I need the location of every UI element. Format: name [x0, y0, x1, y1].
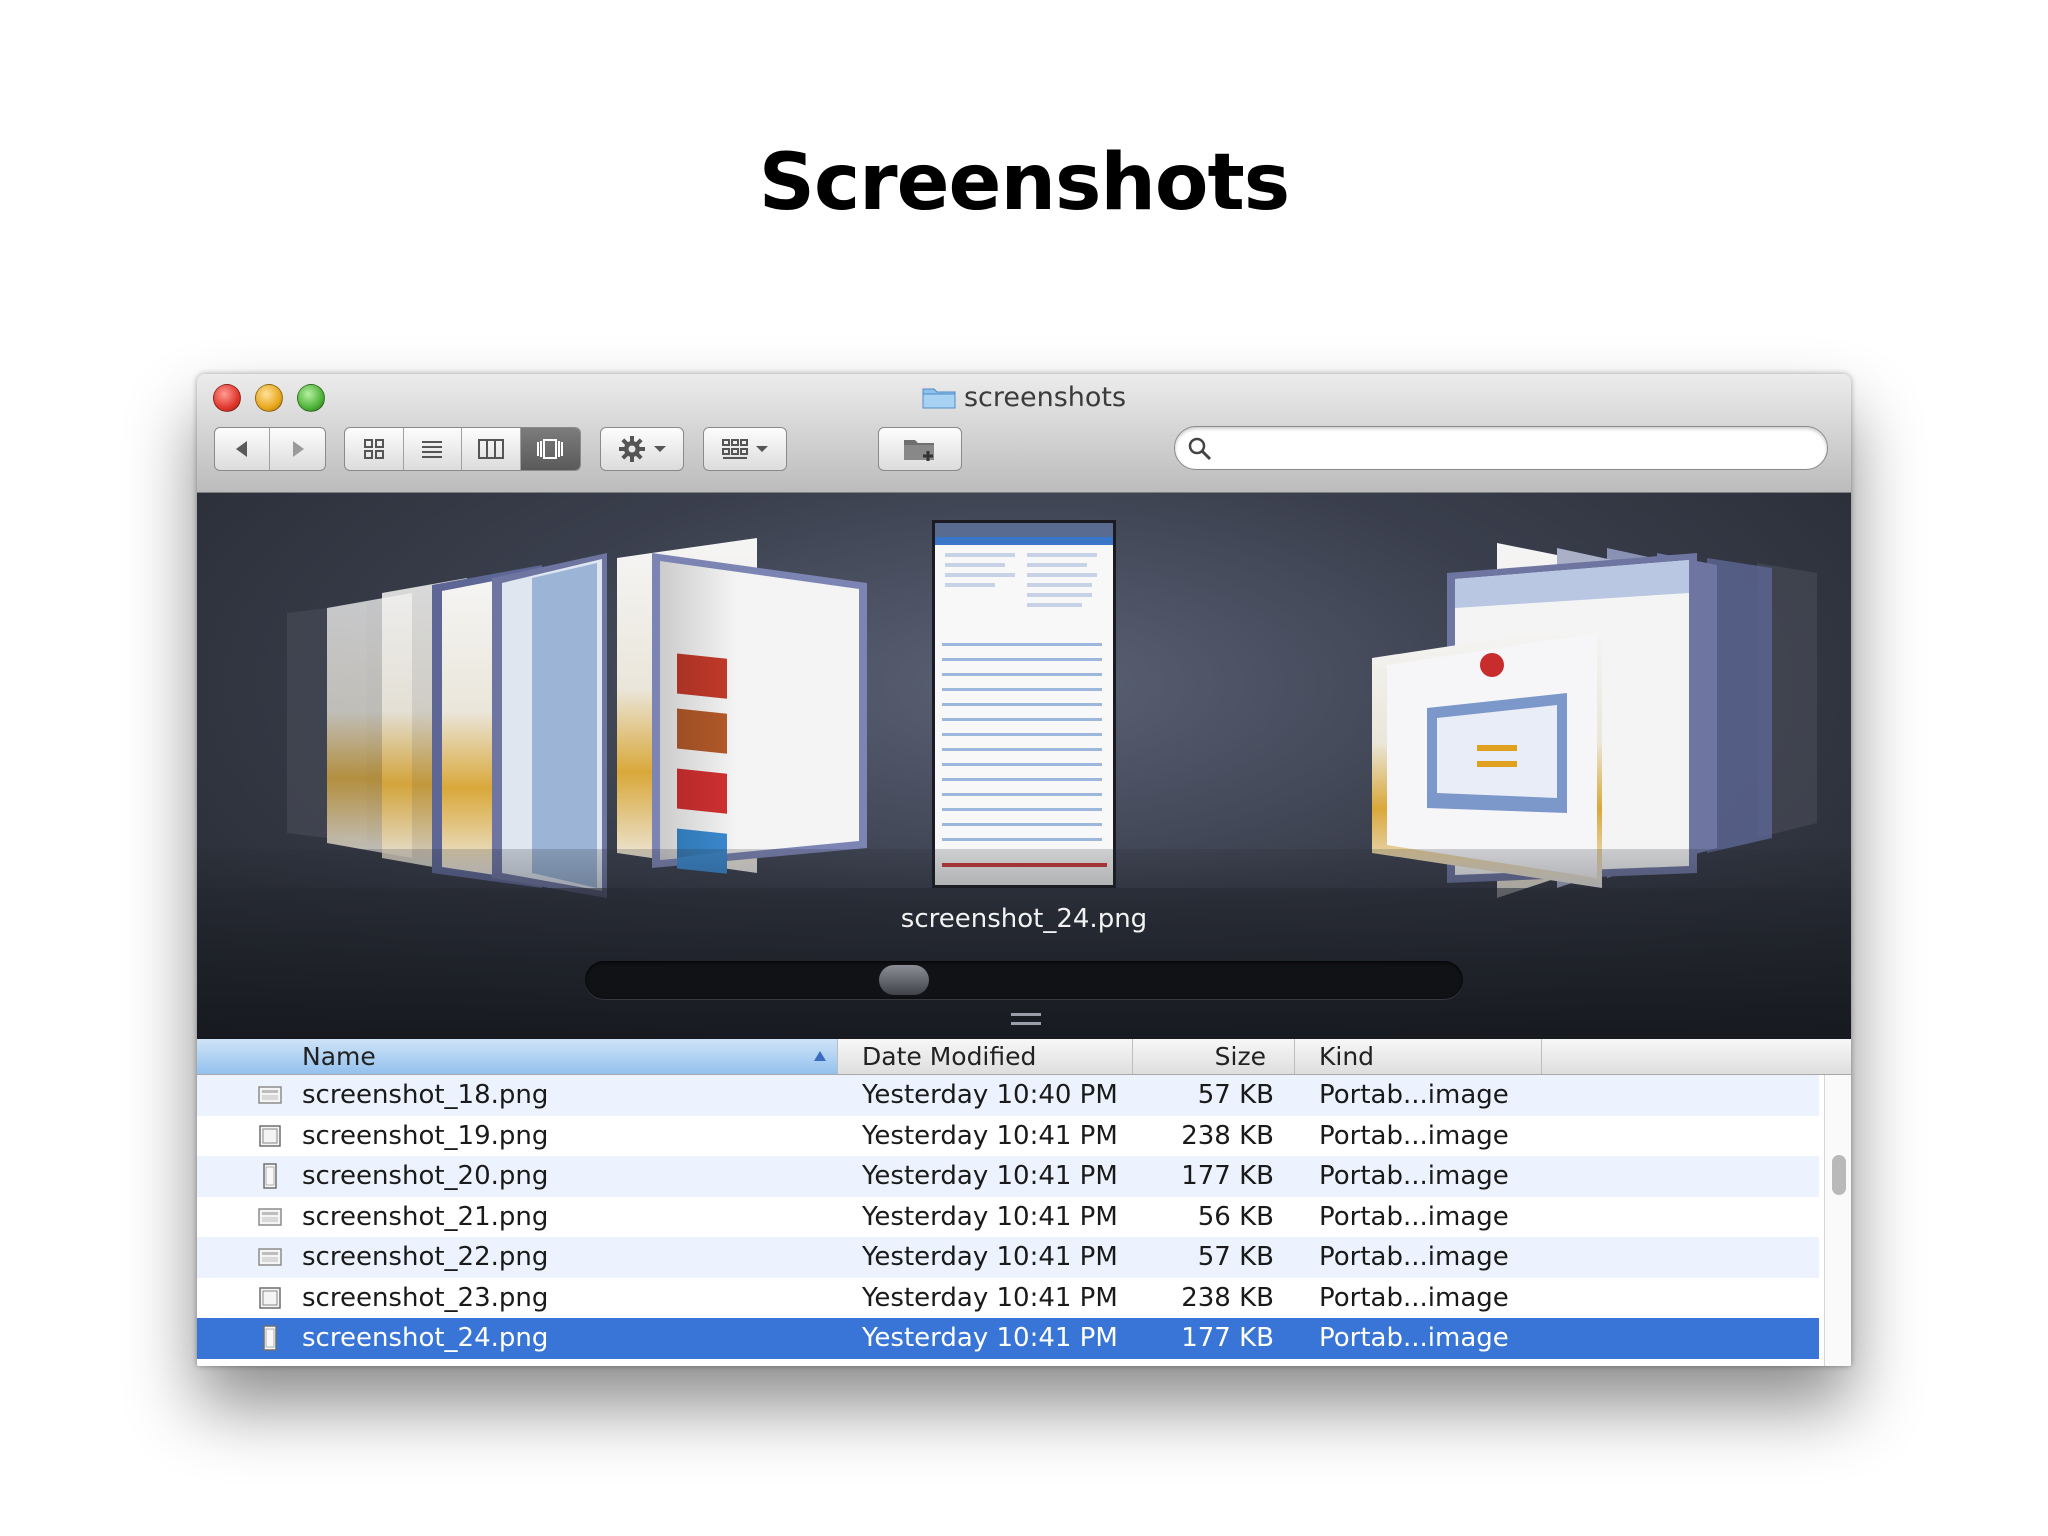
landscape-image-icon	[257, 1244, 283, 1270]
file-list: screenshot_18.png Yesterday 10:40 PM 57 KB…	[197, 1075, 1819, 1359]
file-kind: Portab...image	[1319, 1080, 1509, 1110]
file-name: screenshot_20.png	[302, 1161, 549, 1191]
cover-flow-area[interactable]: screenshot_24.png	[197, 493, 1851, 1039]
titlebar: screenshots	[197, 374, 1851, 493]
icon-view-icon	[363, 439, 384, 459]
column-size-label: Size	[1214, 1042, 1266, 1071]
back-arrow-icon	[236, 441, 247, 457]
file-size: 177 KB	[1181, 1161, 1274, 1191]
column-kind-label: Kind	[1319, 1042, 1375, 1071]
list-view-icon	[422, 441, 443, 458]
file-row[interactable]: screenshot_21.png Yesterday 10:41 PM 56 KB…	[197, 1196, 1819, 1237]
landscape-image-icon	[257, 1204, 283, 1230]
back-forward-control	[214, 427, 326, 471]
file-size: 238 KB	[1181, 1120, 1274, 1151]
column-header-name[interactable]: Name	[197, 1039, 838, 1074]
finder-window: screenshots screenshot_24.png Name Date …	[197, 374, 1851, 1366]
floor-reflection	[197, 849, 1851, 1039]
landscape-image-icon	[257, 1082, 283, 1108]
search-icon	[1188, 437, 1212, 461]
file-date-modified: Yesterday 10:41 PM	[862, 1282, 1118, 1313]
file-date-modified: Yesterday 10:41 PM	[862, 1201, 1118, 1232]
view-mode-control	[344, 427, 581, 471]
file-row[interactable]: screenshot_19.png Yesterday 10:41 PM 238 K…	[197, 1115, 1819, 1156]
chevron-down-icon	[654, 446, 666, 452]
center-thumbnail	[932, 520, 1116, 888]
column-header-kind[interactable]: Kind	[1295, 1039, 1542, 1074]
file-date-modified: Yesterday 10:40 PM	[862, 1080, 1118, 1110]
file-size: 56 KB	[1197, 1201, 1274, 1232]
back-button[interactable]	[215, 428, 271, 470]
portrait-image-icon	[257, 1163, 283, 1189]
cover-flow-scroll-thumb[interactable]	[879, 965, 929, 995]
file-kind: Portab...image	[1319, 1282, 1509, 1313]
file-kind: Portab...image	[1319, 1323, 1509, 1353]
file-size: 57 KB	[1197, 1242, 1274, 1272]
file-name: screenshot_21.png	[302, 1201, 549, 1232]
file-row[interactable]: screenshot_23.png Yesterday 10:41 PM 238 K…	[197, 1277, 1819, 1318]
file-name: screenshot_22.png	[302, 1242, 549, 1272]
file-size: 57 KB	[1197, 1080, 1274, 1110]
right-thumbnail-stack	[1372, 543, 1817, 898]
sort-ascending-icon	[814, 1051, 826, 1061]
list-header: Name Date Modified Size Kind	[197, 1039, 1851, 1075]
resize-grip[interactable]	[1011, 1013, 1041, 1025]
cover-flow-icon	[537, 439, 564, 459]
file-name: screenshot_23.png	[302, 1282, 549, 1313]
file-name: screenshot_24.png	[302, 1323, 549, 1353]
file-kind: Portab...image	[1319, 1201, 1509, 1232]
action-menu-button[interactable]	[600, 427, 684, 471]
file-row[interactable]: screenshot_24.png Yesterday 10:41 PM 177 K…	[197, 1318, 1819, 1359]
window-title: screenshots	[197, 382, 1851, 413]
window-title-text: screenshots	[963, 382, 1127, 413]
column-view-icon	[477, 439, 504, 459]
cover-flow-view-button[interactable]	[520, 428, 580, 470]
slide-title: Screenshots	[758, 138, 1290, 228]
square-image-icon	[257, 1123, 283, 1149]
arrange-grid-icon	[722, 439, 748, 459]
column-date-label: Date Modified	[862, 1042, 1037, 1071]
file-size: 238 KB	[1181, 1282, 1274, 1313]
folder-icon	[922, 388, 956, 409]
gear-icon	[619, 436, 645, 462]
new-folder-button[interactable]	[878, 427, 962, 471]
arrange-menu-button[interactable]	[703, 427, 787, 471]
cover-flow-selected-label: screenshot_24.png	[900, 904, 1148, 934]
file-kind: Portab...image	[1319, 1161, 1509, 1191]
file-date-modified: Yesterday 10:41 PM	[862, 1161, 1118, 1191]
file-date-modified: Yesterday 10:41 PM	[862, 1242, 1118, 1272]
column-header-date[interactable]: Date Modified	[838, 1039, 1133, 1074]
square-image-icon	[257, 1285, 283, 1311]
chevron-down-icon	[756, 446, 768, 452]
file-date-modified: Yesterday 10:41 PM	[862, 1323, 1118, 1353]
search-field[interactable]	[1174, 426, 1828, 470]
list-scroll-thumb[interactable]	[1832, 1155, 1846, 1195]
column-view-button[interactable]	[462, 428, 521, 470]
file-kind: Portab...image	[1319, 1120, 1509, 1151]
file-row[interactable]: screenshot_18.png Yesterday 10:40 PM 57 KB…	[197, 1075, 1819, 1116]
list-scrollbar[interactable]	[1824, 1075, 1851, 1366]
portrait-image-icon	[257, 1325, 283, 1351]
column-header-size[interactable]: Size	[1133, 1039, 1295, 1074]
forward-arrow-icon	[292, 441, 304, 457]
left-thumbnail-stack	[287, 538, 867, 898]
list-view-button[interactable]	[404, 428, 462, 470]
forward-button[interactable]	[270, 428, 325, 470]
icon-view-button[interactable]	[345, 428, 404, 470]
file-size: 177 KB	[1181, 1323, 1274, 1353]
file-kind: Portab...image	[1319, 1242, 1509, 1272]
file-row[interactable]: screenshot_22.png Yesterday 10:41 PM 57 KB…	[197, 1237, 1819, 1278]
cover-flow-scrollbar[interactable]	[585, 961, 1463, 999]
file-name: screenshot_19.png	[302, 1120, 549, 1151]
file-name: screenshot_18.png	[302, 1080, 549, 1110]
new-folder-icon	[904, 440, 934, 461]
column-name-label: Name	[302, 1042, 376, 1071]
file-row[interactable]: screenshot_20.png Yesterday 10:41 PM 177 K…	[197, 1156, 1819, 1197]
file-date-modified: Yesterday 10:41 PM	[862, 1120, 1118, 1151]
